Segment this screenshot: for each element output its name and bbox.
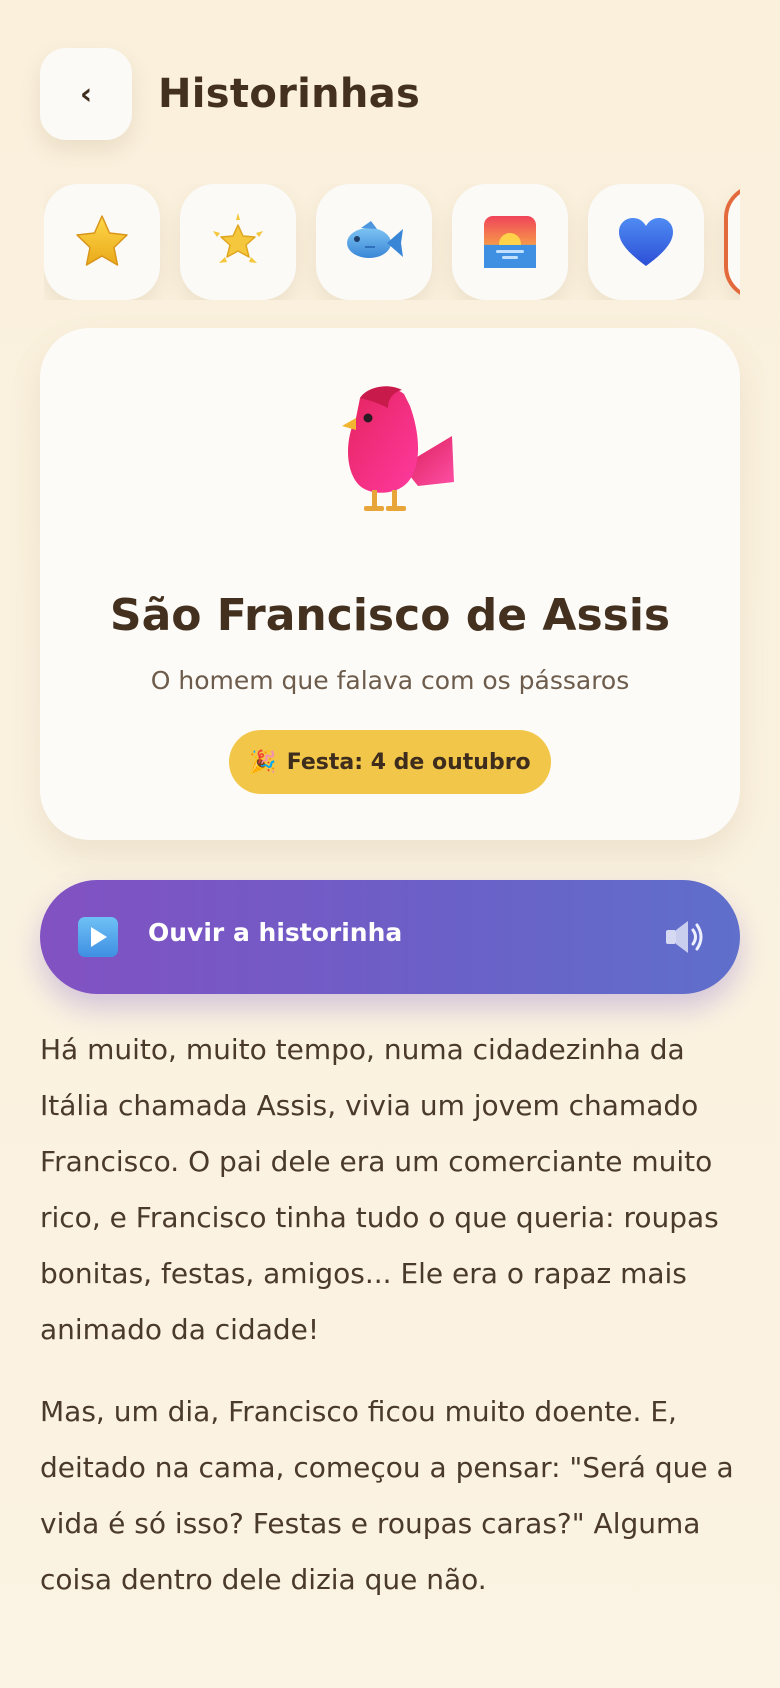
- speaker-icon: [666, 921, 703, 953]
- feast-date: Festa: 4 de outubro: [286, 749, 531, 775]
- chevron-left-icon: ‹: [79, 76, 93, 112]
- saint-name: São Francisco de Assis: [109, 590, 671, 641]
- saint-subtitle: O homem que falava com os pássaros: [150, 666, 630, 695]
- sunrise-icon: [484, 216, 536, 268]
- bird-icon: [342, 386, 454, 511]
- saint-card: São Francisco de Assis O homem que falav…: [40, 328, 740, 840]
- header: ‹ Historinhas: [40, 48, 420, 140]
- back-button[interactable]: ‹: [40, 48, 132, 140]
- story-text: Há muito, muito tempo, numa cidadezinha …: [40, 1022, 740, 1608]
- party-popper-icon: 🎉: [249, 749, 277, 775]
- star-icon: [76, 215, 128, 266]
- page-title: Historinhas: [158, 71, 421, 117]
- category-more[interactable]: [724, 184, 740, 300]
- play-icon: [78, 917, 118, 957]
- category-sparkle[interactable]: [180, 184, 296, 300]
- story-paragraph: Há muito, muito tempo, numa cidadezinha …: [40, 1033, 719, 1346]
- category-heart[interactable]: [588, 184, 704, 300]
- story-paragraph: Mas, um dia, Francisco ficou muito doent…: [40, 1395, 734, 1596]
- listen-label: Ouvir a historinha: [148, 918, 403, 947]
- category-sunrise[interactable]: [452, 184, 568, 300]
- fish-icon: [347, 221, 403, 258]
- category-fish[interactable]: [316, 184, 432, 300]
- heart-icon: [619, 218, 673, 266]
- listen-story-button[interactable]: Ouvir a historinha: [40, 880, 740, 994]
- sparkle-star-icon: [213, 213, 263, 263]
- story-page: ‹ Historinhas São Francisco de Assis O h…: [0, 0, 780, 1688]
- category-star[interactable]: [44, 184, 160, 300]
- feast-badge: 🎉 Festa: 4 de outubro: [229, 730, 551, 794]
- category-strip[interactable]: [44, 184, 740, 300]
